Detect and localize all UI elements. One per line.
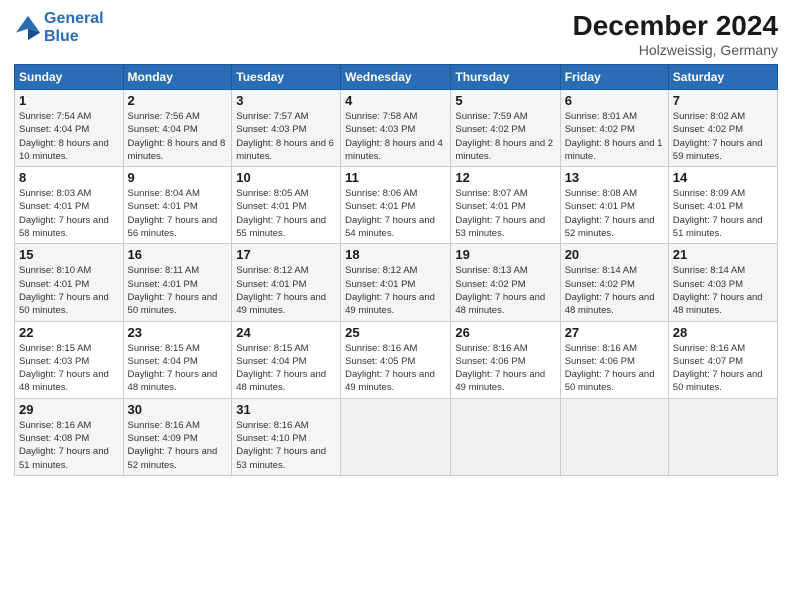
day-23: 23 Sunrise: 8:15 AMSunset: 4:04 PMDaylig… (123, 321, 232, 398)
day-16: 16 Sunrise: 8:11 AMSunset: 4:01 PMDaylig… (123, 244, 232, 321)
location: Holzweissig, Germany (573, 42, 778, 58)
day-27: 27 Sunrise: 8:16 AMSunset: 4:06 PMDaylig… (560, 321, 668, 398)
day-18: 18 Sunrise: 8:12 AMSunset: 4:01 PMDaylig… (341, 244, 451, 321)
day-8: 8 Sunrise: 8:03 AMSunset: 4:01 PMDayligh… (15, 167, 124, 244)
header-thursday: Thursday (451, 65, 560, 90)
day-6: 6 Sunrise: 8:01 AMSunset: 4:02 PMDayligh… (560, 90, 668, 167)
day-15: 15 Sunrise: 8:10 AMSunset: 4:01 PMDaylig… (15, 244, 124, 321)
day-1: 1 Sunrise: 7:54 AMSunset: 4:04 PMDayligh… (15, 90, 124, 167)
day-14: 14 Sunrise: 8:09 AMSunset: 4:01 PMDaylig… (668, 167, 777, 244)
day-30: 30 Sunrise: 8:16 AMSunset: 4:09 PMDaylig… (123, 398, 232, 475)
day-13: 13 Sunrise: 8:08 AMSunset: 4:01 PMDaylig… (560, 167, 668, 244)
header-monday: Monday (123, 65, 232, 90)
header-wednesday: Wednesday (341, 65, 451, 90)
day-17: 17 Sunrise: 8:12 AMSunset: 4:01 PMDaylig… (232, 244, 341, 321)
day-2: 2 Sunrise: 7:56 AMSunset: 4:04 PMDayligh… (123, 90, 232, 167)
weekday-header-row: Sunday Monday Tuesday Wednesday Thursday… (15, 65, 778, 90)
day-28: 28 Sunrise: 8:16 AMSunset: 4:07 PMDaylig… (668, 321, 777, 398)
day-9: 9 Sunrise: 8:04 AMSunset: 4:01 PMDayligh… (123, 167, 232, 244)
title-block: December 2024 Holzweissig, Germany (573, 10, 778, 58)
day-3: 3 Sunrise: 7:57 AMSunset: 4:03 PMDayligh… (232, 90, 341, 167)
day-5: 5 Sunrise: 7:59 AMSunset: 4:02 PMDayligh… (451, 90, 560, 167)
day-25: 25 Sunrise: 8:16 AMSunset: 4:05 PMDaylig… (341, 321, 451, 398)
day-26: 26 Sunrise: 8:16 AMSunset: 4:06 PMDaylig… (451, 321, 560, 398)
empty-1 (341, 398, 451, 475)
header-saturday: Saturday (668, 65, 777, 90)
day-20: 20 Sunrise: 8:14 AMSunset: 4:02 PMDaylig… (560, 244, 668, 321)
calendar-table: Sunday Monday Tuesday Wednesday Thursday… (14, 64, 778, 476)
logo-text: General Blue (44, 10, 104, 45)
logo: General Blue (14, 10, 104, 45)
day-12: 12 Sunrise: 8:07 AMSunset: 4:01 PMDaylig… (451, 167, 560, 244)
day-21: 21 Sunrise: 8:14 AMSunset: 4:03 PMDaylig… (668, 244, 777, 321)
day-22: 22 Sunrise: 8:15 AMSunset: 4:03 PMDaylig… (15, 321, 124, 398)
header-friday: Friday (560, 65, 668, 90)
week-5: 29 Sunrise: 8:16 AMSunset: 4:08 PMDaylig… (15, 398, 778, 475)
day-7: 7 Sunrise: 8:02 AMSunset: 4:02 PMDayligh… (668, 90, 777, 167)
day-19: 19 Sunrise: 8:13 AMSunset: 4:02 PMDaylig… (451, 244, 560, 321)
week-3: 15 Sunrise: 8:10 AMSunset: 4:01 PMDaylig… (15, 244, 778, 321)
day-11: 11 Sunrise: 8:06 AMSunset: 4:01 PMDaylig… (341, 167, 451, 244)
empty-2 (451, 398, 560, 475)
header-sunday: Sunday (15, 65, 124, 90)
empty-4 (668, 398, 777, 475)
empty-3 (560, 398, 668, 475)
page-container: General Blue December 2024 Holzweissig, … (0, 0, 792, 486)
logo-icon (14, 14, 42, 42)
day-31: 31 Sunrise: 8:16 AMSunset: 4:10 PMDaylig… (232, 398, 341, 475)
week-4: 22 Sunrise: 8:15 AMSunset: 4:03 PMDaylig… (15, 321, 778, 398)
day-24: 24 Sunrise: 8:15 AMSunset: 4:04 PMDaylig… (232, 321, 341, 398)
day-4: 4 Sunrise: 7:58 AMSunset: 4:03 PMDayligh… (341, 90, 451, 167)
week-2: 8 Sunrise: 8:03 AMSunset: 4:01 PMDayligh… (15, 167, 778, 244)
week-1: 1 Sunrise: 7:54 AMSunset: 4:04 PMDayligh… (15, 90, 778, 167)
month-year: December 2024 (573, 10, 778, 42)
header-tuesday: Tuesday (232, 65, 341, 90)
day-10: 10 Sunrise: 8:05 AMSunset: 4:01 PMDaylig… (232, 167, 341, 244)
day-29: 29 Sunrise: 8:16 AMSunset: 4:08 PMDaylig… (15, 398, 124, 475)
header: General Blue December 2024 Holzweissig, … (14, 10, 778, 58)
